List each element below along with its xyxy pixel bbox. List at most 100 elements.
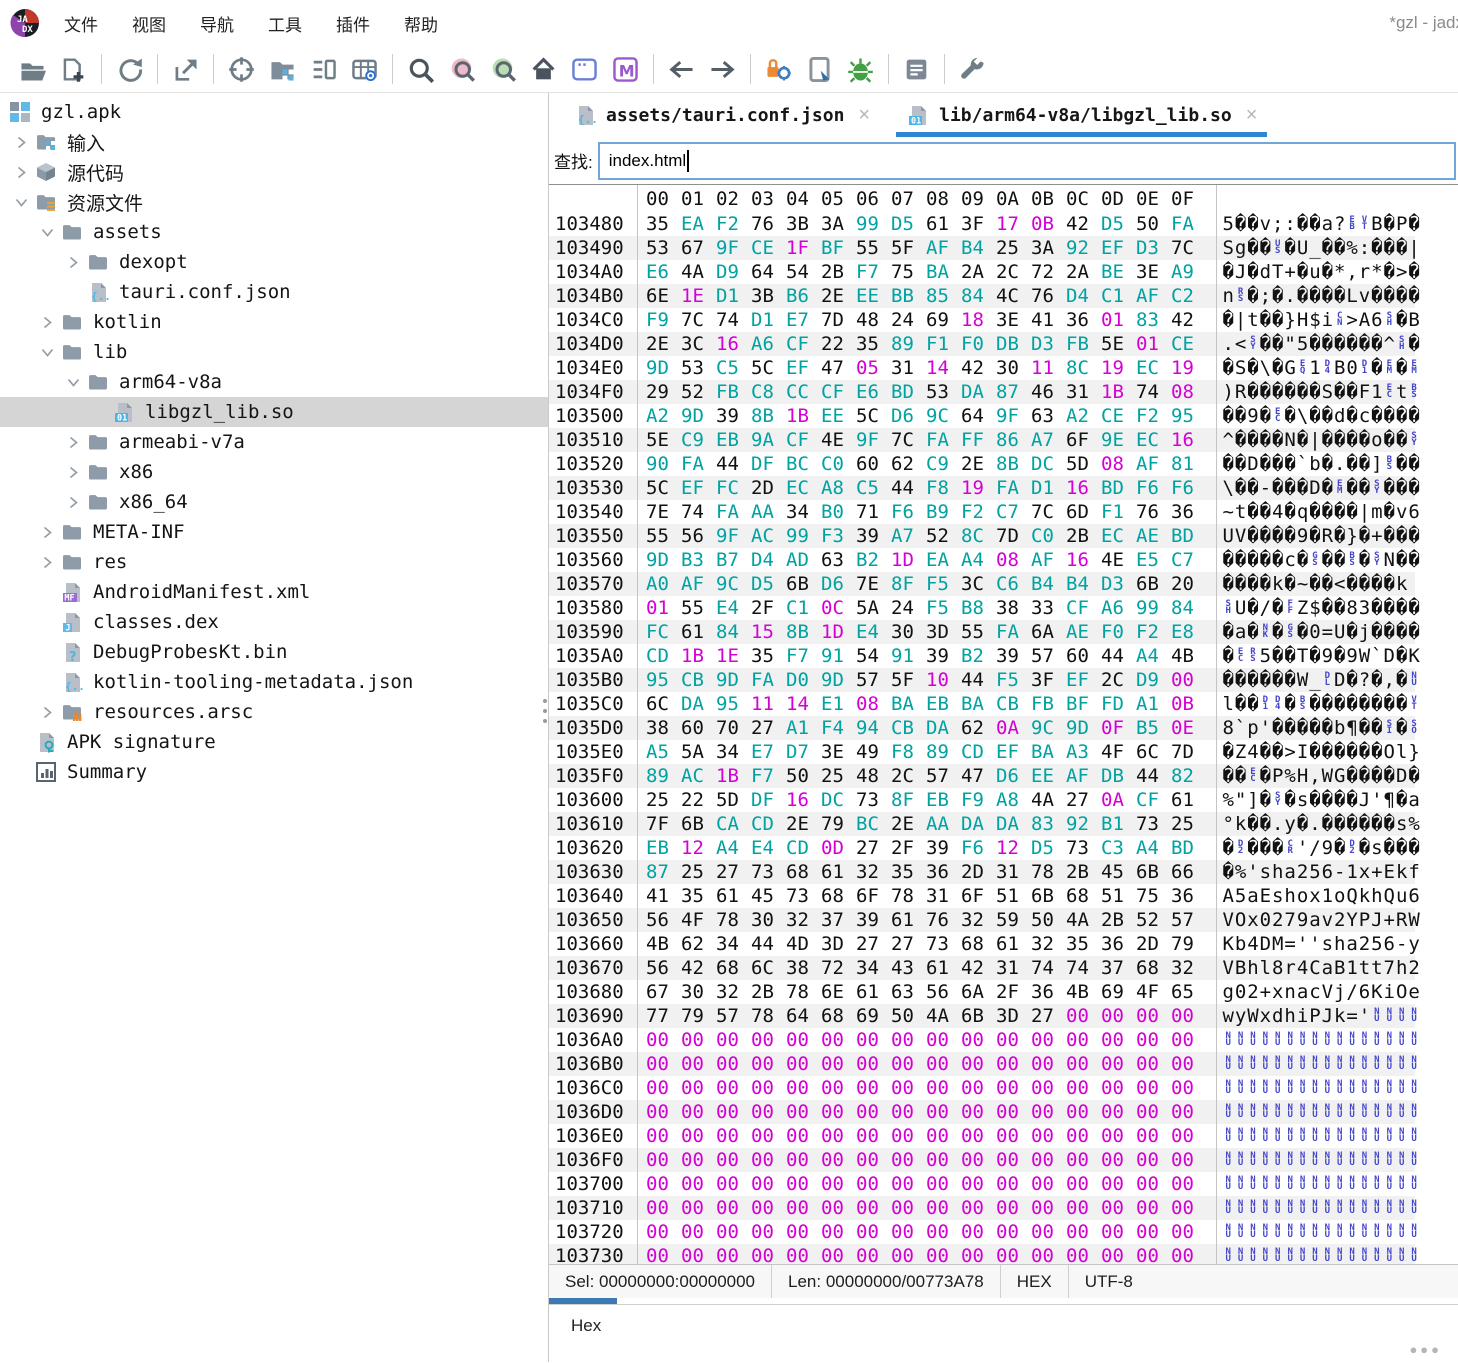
hex-byte[interactable]: E4 bbox=[856, 621, 891, 643]
ascii-char[interactable]: � bbox=[1296, 717, 1308, 739]
ascii-char[interactable]: R bbox=[1395, 909, 1407, 931]
hex-byte[interactable]: BD bbox=[1101, 477, 1136, 499]
hex-byte[interactable]: 3A bbox=[821, 213, 856, 235]
ascii-char[interactable]: r bbox=[1284, 957, 1296, 979]
ascii-char[interactable]: � bbox=[1321, 693, 1333, 715]
hex-byte[interactable]: 9C bbox=[926, 405, 961, 427]
ascii-char[interactable]: 2 bbox=[1247, 981, 1259, 1003]
ascii-char[interactable]: NU bbox=[1334, 1177, 1346, 1191]
hex-byte[interactable]: A1 bbox=[786, 717, 821, 739]
ascii-char[interactable]: NU bbox=[1408, 1249, 1420, 1263]
ascii-char[interactable]: � bbox=[1234, 453, 1246, 475]
ascii-char[interactable]: NU bbox=[1309, 1177, 1321, 1191]
hex-byte[interactable]: 50 bbox=[786, 765, 821, 787]
ascii-char[interactable]: V bbox=[1222, 909, 1234, 931]
ascii-char[interactable]: � bbox=[1346, 621, 1358, 643]
hex-byte[interactable]: 6A bbox=[961, 981, 996, 1003]
menu-item-0[interactable]: 文件 bbox=[64, 16, 98, 35]
hex-byte[interactable]: 00 bbox=[821, 1221, 856, 1243]
hex-byte[interactable]: 63 bbox=[821, 549, 856, 571]
hex-byte[interactable]: 00 bbox=[1171, 1125, 1206, 1147]
chevron-collapsed-icon[interactable] bbox=[34, 705, 60, 720]
ascii-char[interactable]: NU bbox=[1371, 1081, 1383, 1095]
hex-byte[interactable]: E6 bbox=[646, 261, 681, 283]
tree-item-kotlin-tooling-metadata.json[interactable]: {..}kotlin-tooling-metadata.json bbox=[0, 667, 548, 697]
ascii-char[interactable]: � bbox=[1321, 549, 1333, 571]
hex-byte[interactable]: A8 bbox=[996, 789, 1031, 811]
ascii-char[interactable]: NU bbox=[1371, 1105, 1383, 1119]
ascii-char[interactable]: RS bbox=[1247, 649, 1259, 663]
ascii-char[interactable]: \ bbox=[1296, 405, 1308, 427]
ascii-char[interactable]: NU bbox=[1395, 1105, 1407, 1119]
ascii-char[interactable]: ] bbox=[1371, 453, 1383, 475]
hex-byte[interactable]: 9D bbox=[716, 669, 751, 691]
ascii-char[interactable]: NU bbox=[1234, 1225, 1246, 1239]
hex-byte[interactable]: 00 bbox=[821, 1101, 856, 1123]
tree-item-dexopt[interactable]: dexopt bbox=[0, 247, 548, 277]
hex-byte[interactable]: 01 bbox=[1101, 309, 1136, 331]
hex-byte[interactable]: 00 bbox=[1066, 1197, 1101, 1219]
hex-byte[interactable]: 12 bbox=[996, 837, 1031, 859]
tree-item-tauri.conf.json[interactable]: {..}tauri.conf.json bbox=[0, 277, 548, 307]
hex-byte[interactable]: D1 bbox=[751, 309, 786, 331]
ascii-char[interactable]: 7 bbox=[1284, 909, 1296, 931]
chevron-collapsed-icon[interactable] bbox=[34, 555, 60, 570]
hex-byte[interactable]: DB bbox=[1101, 765, 1136, 787]
ascii-char[interactable]: < bbox=[1234, 333, 1246, 355]
ascii-char[interactable]: NU bbox=[1383, 1249, 1395, 1263]
ascii-char[interactable]: 9 bbox=[1321, 645, 1333, 667]
ascii-char[interactable]: � bbox=[1371, 285, 1383, 307]
ascii-char[interactable]: � bbox=[1309, 501, 1321, 523]
ascii-char[interactable]: O bbox=[1395, 981, 1407, 1003]
ascii-char[interactable]: NU bbox=[1284, 1177, 1296, 1191]
hex-byte[interactable]: 4F bbox=[1101, 741, 1136, 763]
ascii-char[interactable]: W bbox=[1321, 765, 1333, 787]
ascii-char[interactable]: � bbox=[1408, 525, 1420, 547]
ascii-char[interactable]: NU bbox=[1395, 1033, 1407, 1047]
hex-byte[interactable]: 54 bbox=[856, 645, 891, 667]
ascii-char[interactable]: E bbox=[1383, 861, 1395, 883]
tree-item-arm64-v8a[interactable]: arm64-v8a bbox=[0, 367, 548, 397]
ascii-char[interactable]: e bbox=[1408, 981, 1420, 1003]
ascii-char[interactable]: � bbox=[1259, 237, 1271, 259]
hex-byte[interactable]: 57 bbox=[926, 765, 961, 787]
hex-byte[interactable]: 6C bbox=[1136, 741, 1171, 763]
hex-byte[interactable]: 4E bbox=[821, 429, 856, 451]
hex-byte[interactable]: 00 bbox=[821, 1197, 856, 1219]
settings-icon[interactable] bbox=[959, 56, 986, 83]
hex-byte[interactable]: 2E bbox=[891, 813, 926, 835]
hex-byte[interactable]: BA bbox=[891, 693, 926, 715]
ascii-char[interactable]: � bbox=[1334, 693, 1346, 715]
ascii-char[interactable]: h bbox=[1247, 957, 1259, 979]
hex-byte[interactable]: F2 bbox=[1136, 405, 1171, 427]
hex-byte[interactable]: 3C bbox=[681, 333, 716, 355]
ascii-char[interactable]: NU bbox=[1272, 1105, 1284, 1119]
ascii-char[interactable]: � bbox=[1259, 381, 1271, 403]
hex-byte[interactable]: 4F bbox=[681, 909, 716, 931]
ascii-char[interactable]: NU bbox=[1309, 1153, 1321, 1167]
ascii-char[interactable]: t bbox=[1395, 381, 1407, 403]
chevron-collapsed-icon[interactable] bbox=[34, 525, 60, 540]
ascii-char[interactable]: � bbox=[1358, 765, 1370, 787]
ascii-char[interactable]: / bbox=[1309, 837, 1321, 859]
hex-byte[interactable]: 16 bbox=[1171, 429, 1206, 451]
hex-byte[interactable]: 63 bbox=[1031, 405, 1066, 427]
ascii-char[interactable]: � bbox=[1272, 381, 1284, 403]
hex-byte[interactable]: 53 bbox=[926, 381, 961, 403]
ascii-char[interactable]: � bbox=[1383, 285, 1395, 307]
hex-byte[interactable]: 00 bbox=[996, 1197, 1031, 1219]
hex-byte[interactable]: A2 bbox=[1066, 405, 1101, 427]
hex-byte[interactable]: 8C bbox=[1066, 357, 1101, 379]
ascii-char[interactable]: NU bbox=[1234, 1081, 1246, 1095]
ascii-char[interactable]: � bbox=[1321, 597, 1333, 619]
debug-icon[interactable] bbox=[847, 56, 874, 83]
hex-byte[interactable]: 2A bbox=[1066, 261, 1101, 283]
hex-byte[interactable]: A7 bbox=[891, 525, 926, 547]
ascii-char[interactable]: � bbox=[1358, 573, 1370, 595]
ascii-char[interactable]: NU bbox=[1247, 1201, 1259, 1215]
ascii-char[interactable]: g bbox=[1234, 237, 1246, 259]
ascii-char[interactable]: ` bbox=[1234, 717, 1246, 739]
ascii-char[interactable]: NU bbox=[1408, 1153, 1420, 1167]
ascii-char[interactable]: NU bbox=[1408, 1105, 1420, 1119]
ascii-char[interactable]: GS bbox=[1284, 625, 1296, 639]
